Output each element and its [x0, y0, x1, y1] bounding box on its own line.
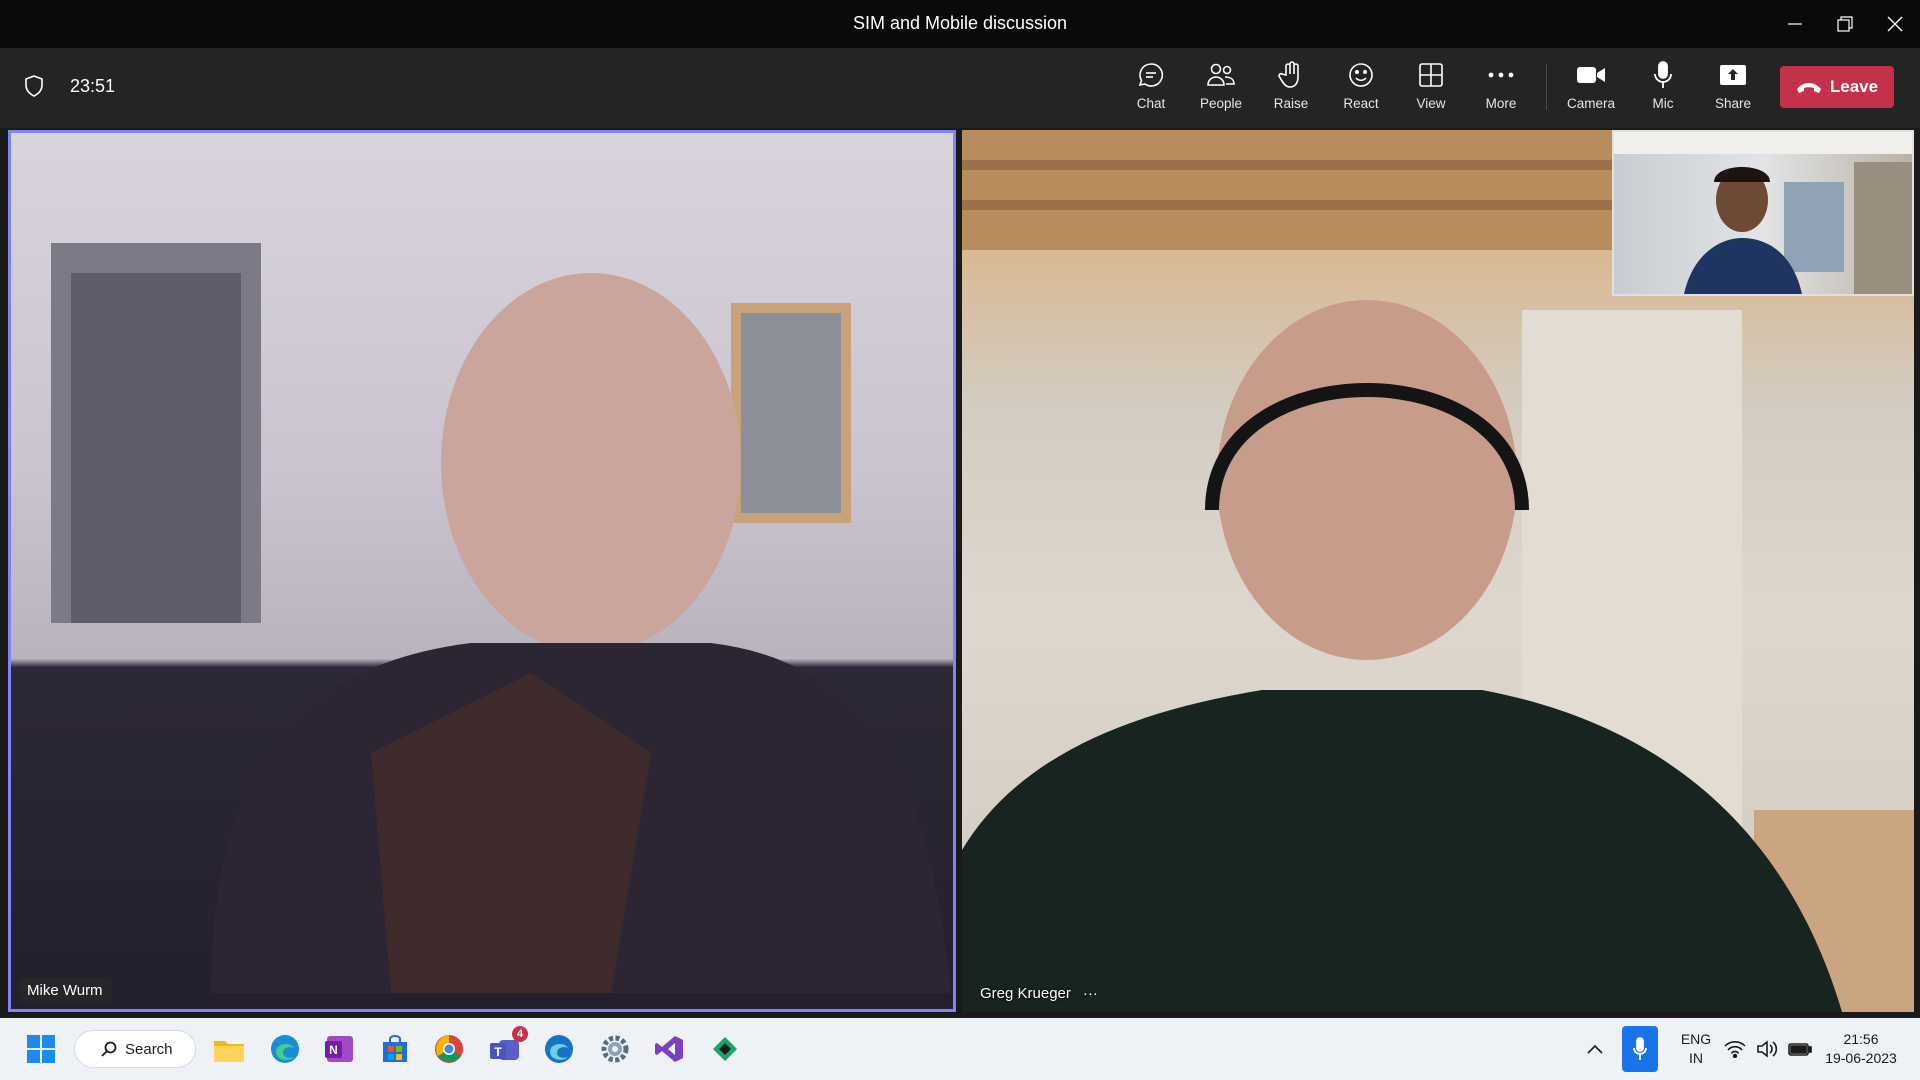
view-button[interactable]: View [1396, 60, 1466, 118]
clock-date: 19-06-2023 [1825, 1050, 1897, 1066]
clock[interactable]: 21:56 19-06-2023 [1816, 1030, 1906, 1068]
volume-icon [1757, 1040, 1778, 1058]
language-indicator[interactable]: ENG IN [1674, 1030, 1718, 1068]
meeting-timer: 23:51 [70, 76, 116, 96]
window-title: SIM and Mobile discussion [852, 13, 1068, 33]
wifi-icon [1724, 1041, 1746, 1058]
svg-text:T: T [494, 1045, 502, 1059]
share-icon [1719, 60, 1747, 90]
edge-beta-icon[interactable] [542, 1032, 576, 1066]
participant-video-tile[interactable]: Mike Wurm [8, 130, 956, 1012]
self-view-video[interactable] [1612, 130, 1914, 296]
restore-button[interactable] [1822, 6, 1868, 42]
ellipsis-icon [1487, 60, 1515, 90]
share-button[interactable]: Share [1698, 60, 1768, 118]
self-view-feed [1614, 132, 1912, 294]
leave-button[interactable]: Leave [1780, 66, 1894, 108]
toolbar-divider [1546, 64, 1547, 110]
raise-hand-button[interactable]: Raise [1256, 60, 1326, 118]
microphone-in-use-icon[interactable] [1622, 1026, 1658, 1072]
smiley-icon [1347, 60, 1375, 90]
minimize-button[interactable] [1772, 6, 1818, 42]
snipping-tool-icon[interactable] [708, 1032, 742, 1066]
show-hidden-icons[interactable] [1586, 1018, 1604, 1080]
camera-button[interactable]: Camera [1556, 60, 1626, 118]
microphone-icon [1651, 60, 1675, 90]
people-button[interactable]: People [1186, 60, 1256, 118]
search-icon [101, 1041, 117, 1057]
mic-button[interactable]: Mic [1628, 60, 1698, 118]
windows-taskbar: Search N T 4 ENG IN 21:56 19-06-2023 [0, 1018, 1920, 1080]
clock-time: 21:56 [1843, 1031, 1879, 1047]
windows-icon[interactable] [24, 1032, 58, 1066]
hand-icon [1278, 60, 1304, 90]
svg-text:N: N [329, 1043, 338, 1057]
chat-button[interactable]: Chat [1116, 60, 1186, 118]
participant-video-feed [51, 243, 951, 993]
participant-name-row: Greg Krueger ··· [980, 985, 1098, 1002]
file-explorer-icon[interactable] [212, 1032, 246, 1066]
camera-icon [1576, 60, 1606, 90]
visual-studio-icon[interactable] [652, 1032, 686, 1066]
phone-hangup-icon [1796, 80, 1822, 94]
meeting-toolbar: 23:51 Chat People Raise React View More [0, 48, 1920, 128]
onenote-icon[interactable]: N [322, 1032, 356, 1066]
chat-icon [1137, 60, 1165, 90]
participant-name: Mike Wurm [19, 978, 111, 1003]
grid-icon [1418, 60, 1444, 90]
chevron-up-icon [1587, 1044, 1603, 1054]
settings-icon[interactable] [598, 1032, 632, 1066]
chrome-icon[interactable] [432, 1032, 466, 1066]
battery-icon [1788, 1043, 1812, 1056]
shield-icon [24, 74, 44, 103]
notification-badge: 4 [512, 1026, 528, 1042]
more-button[interactable]: More [1466, 60, 1536, 118]
teams-icon[interactable]: T 4 [488, 1026, 528, 1066]
close-button[interactable] [1872, 6, 1918, 42]
edge-icon[interactable] [268, 1032, 302, 1066]
participant-more-icon[interactable]: ··· [1083, 985, 1098, 1002]
title-bar: SIM and Mobile discussion [0, 0, 1920, 48]
react-button[interactable]: React [1326, 60, 1396, 118]
taskbar-search[interactable]: Search [74, 1030, 196, 1068]
people-icon [1206, 60, 1236, 90]
system-tray[interactable] [1724, 1018, 1812, 1080]
participant-name: Greg Krueger [980, 985, 1071, 1002]
store-icon[interactable] [378, 1032, 412, 1066]
